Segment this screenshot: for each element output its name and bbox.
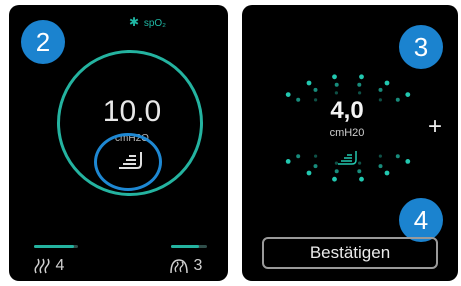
tube-heat-value: 3 — [193, 257, 203, 275]
ring-dot — [395, 97, 400, 102]
humidity-setting[interactable]: 4 — [33, 257, 64, 275]
ring-dot — [358, 161, 362, 165]
ring-dot — [405, 92, 411, 97]
step-badge-2: 2 — [21, 20, 65, 64]
step-badge-3: 3 — [399, 25, 443, 69]
ring-dot — [378, 154, 382, 158]
device-screen-edit: 3 4,0 cmH20 + 4 Bestätigen — [242, 5, 458, 281]
pressure-value: 10.0 — [102, 95, 162, 128]
humidity-value: 4 — [55, 257, 65, 275]
status-bar: ✱ spO₂ — [129, 15, 166, 29]
ring-dot — [405, 159, 411, 164]
ring-dot — [313, 87, 318, 92]
humidity-icon — [34, 258, 50, 274]
ring-dot — [285, 159, 291, 164]
ring-dot — [357, 169, 362, 174]
confirm-button[interactable]: Bestätigen — [262, 237, 438, 269]
ring-dot — [306, 80, 312, 86]
ring-dot — [395, 154, 400, 159]
tube-heat-setting[interactable]: 3 — [169, 257, 202, 275]
bluetooth-icon: ✱ — [129, 15, 140, 29]
ring-dot — [334, 169, 339, 174]
ring-dot — [334, 91, 338, 95]
ring-dot — [378, 87, 383, 92]
ring-dot — [296, 97, 301, 102]
ring-dot — [334, 82, 339, 87]
pressure-value-edit: 4,0 — [330, 97, 364, 124]
tube-heat-level-bar — [171, 245, 199, 248]
ring-dot — [332, 176, 337, 182]
ring-dot — [313, 164, 318, 169]
ring-dot — [384, 170, 390, 176]
tube-heat-icon — [170, 259, 188, 274]
humidity-level-bar — [34, 245, 74, 248]
ring-dot — [359, 176, 364, 182]
ring-dot — [357, 82, 362, 87]
step-badge-4: 4 — [399, 198, 443, 242]
humidifier-icon — [338, 151, 357, 165]
ring-dot — [285, 92, 291, 97]
spo2-label: spO₂ — [143, 18, 167, 29]
device-screen-pressure: 2 ✱ spO₂ 10.0 cmH2O 4 3 — [9, 5, 228, 281]
increase-button[interactable]: + — [428, 113, 442, 141]
ring-dot — [332, 74, 337, 80]
ring-dot — [358, 91, 362, 95]
ring-dot — [384, 80, 390, 86]
ring-dot — [296, 154, 301, 159]
ring-dot — [314, 154, 318, 158]
ring-dot — [306, 170, 312, 176]
humidifier-icon — [119, 152, 142, 169]
ring-dot — [359, 74, 364, 80]
ring-dot — [378, 164, 383, 169]
pressure-unit-edit: cmH20 — [329, 127, 365, 139]
